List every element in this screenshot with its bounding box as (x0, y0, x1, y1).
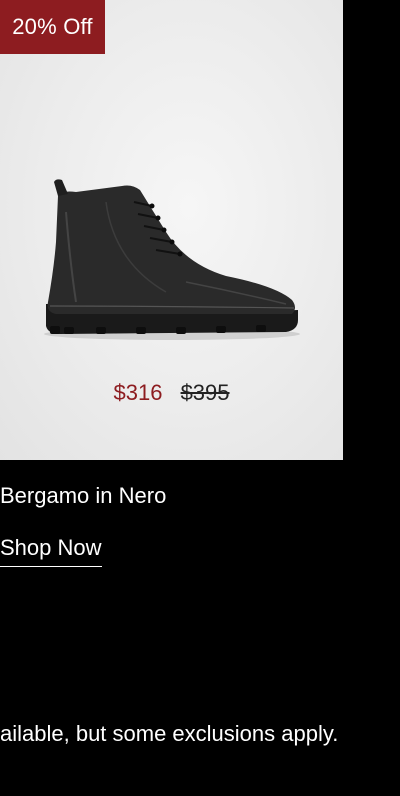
page: 20% Off $316 $395 Bergamo in Nero Shop N… (0, 0, 400, 796)
product-card[interactable]: 20% Off $316 $395 (0, 0, 343, 460)
sale-price: $316 (113, 380, 163, 405)
product-name[interactable]: Bergamo in Nero (0, 482, 166, 510)
boot-product-image[interactable] (36, 172, 308, 352)
price-row: $316 $395 (0, 380, 343, 406)
promo-disclaimer: ailable, but some exclusions apply. (0, 721, 339, 746)
original-price: $395 (180, 380, 230, 405)
shop-now-link[interactable]: Shop Now (0, 534, 102, 567)
discount-badge: 20% Off (0, 0, 105, 54)
